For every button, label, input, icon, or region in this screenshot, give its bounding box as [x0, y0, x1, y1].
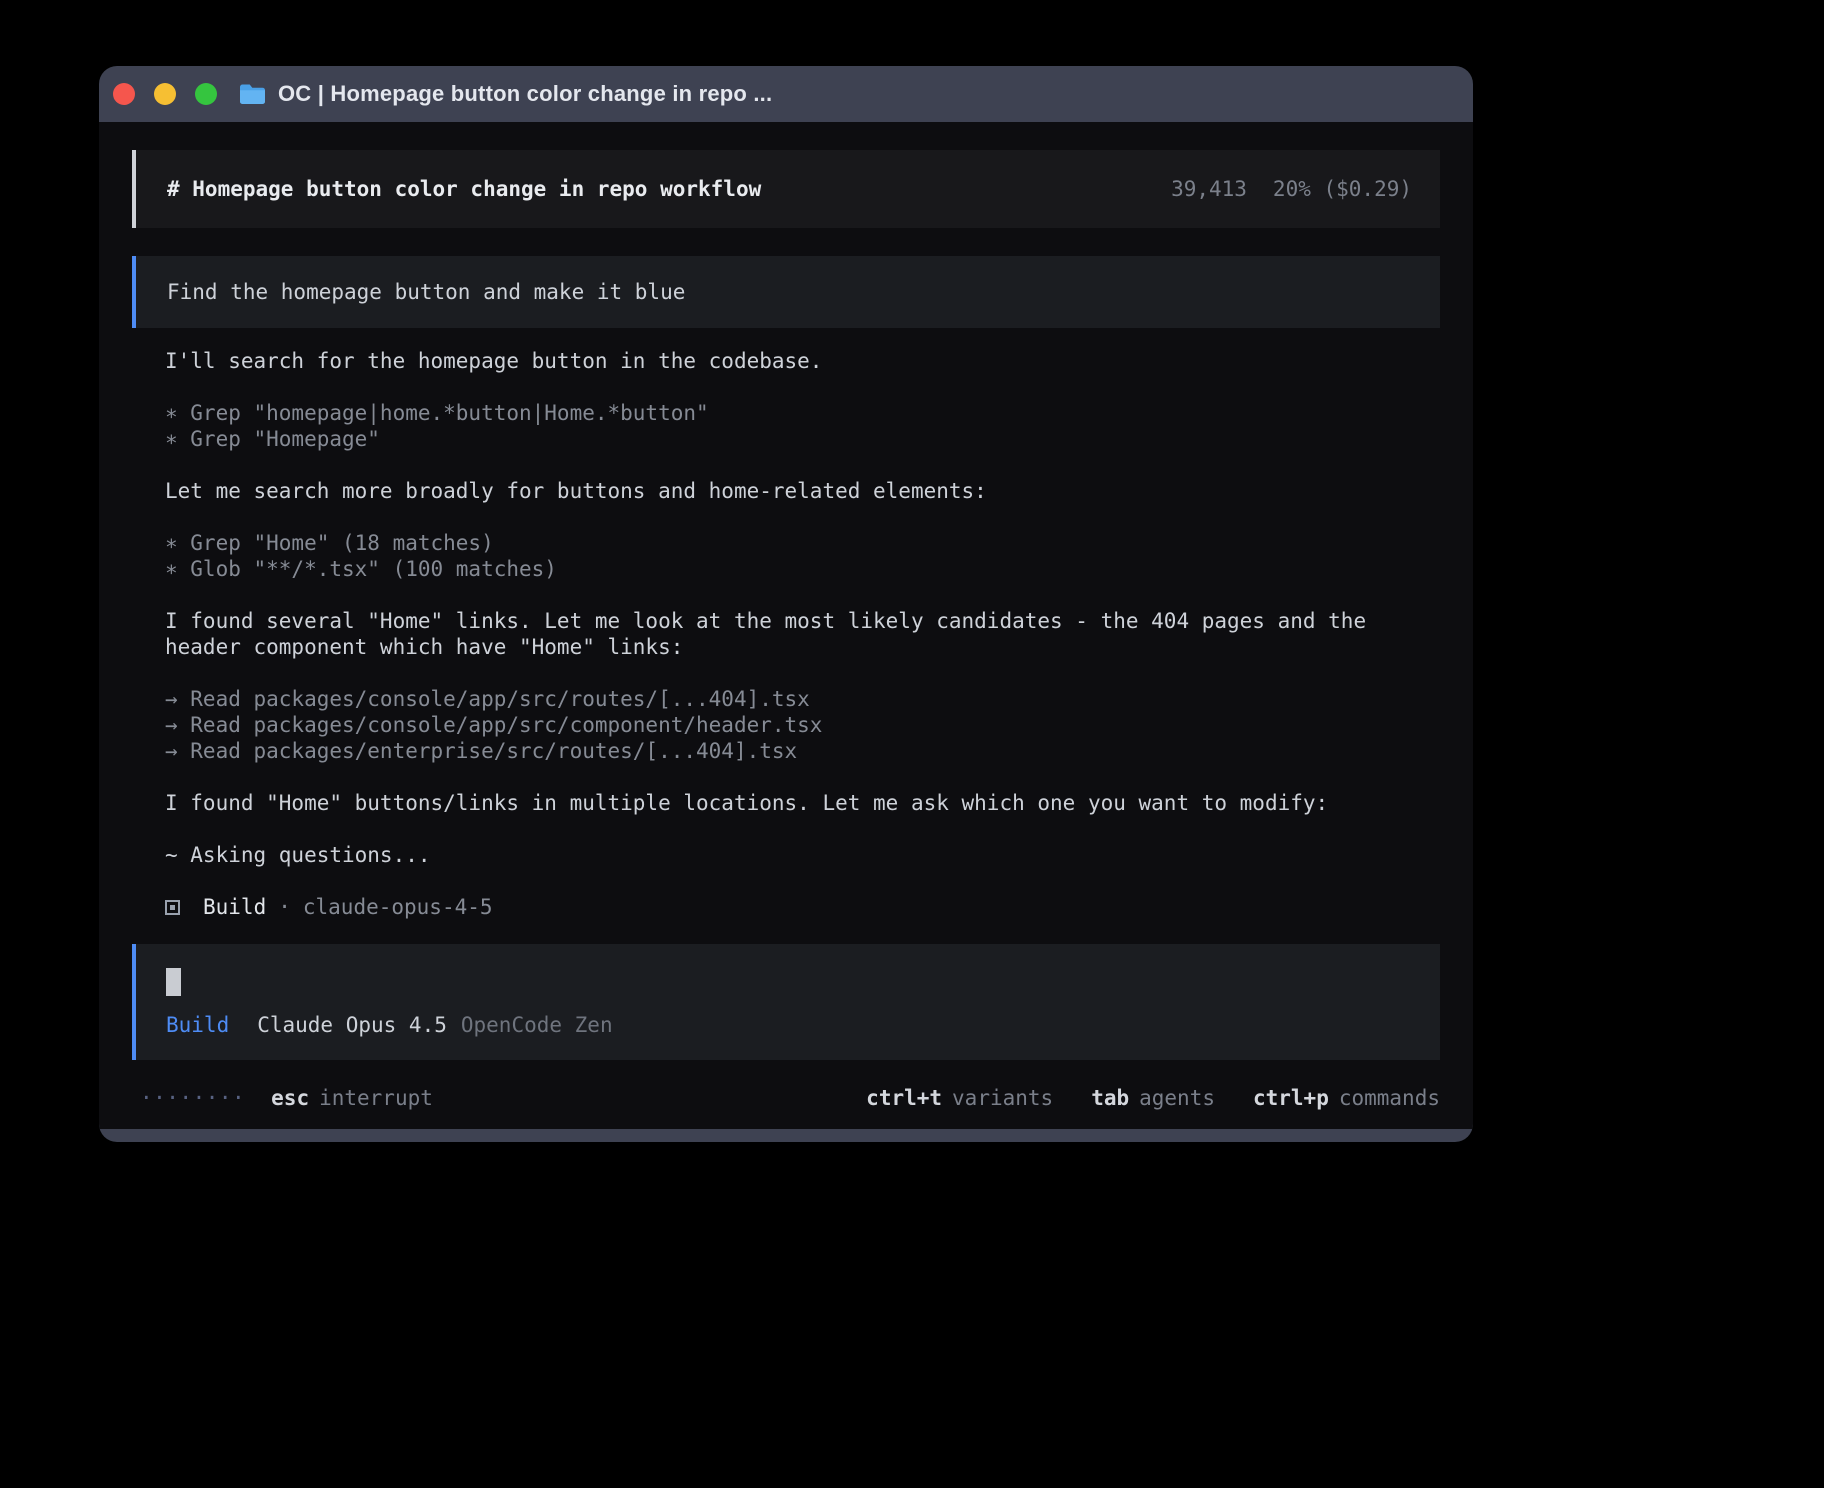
context-usage: 20% ($0.29)	[1273, 176, 1412, 202]
assistant-transcript: I'll search for the homepage button in t…	[132, 328, 1440, 920]
shortcut-key: tab	[1091, 1085, 1129, 1111]
agent-status-line: Build · claude-opus-4-5	[165, 894, 1440, 920]
window-titlebar[interactable]: OC | Homepage button color change in rep…	[99, 66, 1473, 122]
token-count: 39,413	[1171, 176, 1247, 202]
terminal-content: # Homepage button color change in repo w…	[99, 122, 1473, 1129]
close-window-button[interactable]	[113, 83, 135, 105]
tool-call-grep: ∗ Grep "Homepage"	[165, 426, 1440, 452]
text-cursor	[166, 968, 181, 996]
shortcut-key: ctrl+p	[1253, 1085, 1329, 1111]
tool-call-read: → Read packages/enterprise/src/routes/[.…	[165, 738, 1440, 764]
assistant-text: I found several "Home" links. Let me loo…	[165, 608, 1440, 634]
mode-label[interactable]: Build	[166, 1012, 229, 1038]
input-mode-line: Build Claude Opus 4.5 OpenCode Zen	[166, 1012, 1440, 1038]
separator-dot: ·	[278, 894, 291, 920]
shortcut-variants: ctrl+t variants	[866, 1085, 1053, 1111]
user-message-text: Find the homepage button and make it blu…	[167, 279, 685, 305]
assistant-text: Let me search more broadly for buttons a…	[165, 478, 1440, 504]
model-label[interactable]: Claude Opus 4.5	[257, 1012, 447, 1038]
session-stats: 39,413 20% ($0.29)	[1171, 176, 1412, 202]
folder-icon	[239, 83, 266, 105]
session-header: # Homepage button color change in repo w…	[132, 150, 1440, 228]
traffic-lights	[113, 83, 217, 105]
assistant-status: ~ Asking questions...	[165, 842, 1440, 868]
assistant-text: header component which have "Home" links…	[165, 634, 1440, 660]
agent-model: claude-opus-4-5	[303, 894, 493, 920]
minimize-window-button[interactable]	[154, 83, 176, 105]
provider-label: OpenCode Zen	[461, 1012, 613, 1038]
spinner-dots: ········	[140, 1085, 245, 1111]
assistant-text: I found "Home" buttons/links in multiple…	[165, 790, 1440, 816]
window-title: OC | Homepage button color change in rep…	[278, 81, 772, 107]
tool-call-read: → Read packages/console/app/src/routes/[…	[165, 686, 1440, 712]
shortcut-label: commands	[1339, 1085, 1440, 1111]
agent-icon	[165, 900, 180, 915]
tool-call-grep: ∗ Grep "homepage|home.*button|Home.*butt…	[165, 400, 1440, 426]
prompt-input[interactable]: Build Claude Opus 4.5 OpenCode Zen	[132, 944, 1440, 1060]
tool-call-glob: ∗ Glob "**/*.tsx" (100 matches)	[165, 556, 1440, 582]
shortcut-key: ctrl+t	[866, 1085, 942, 1111]
esc-key-label: interrupt	[319, 1085, 433, 1111]
zoom-window-button[interactable]	[195, 83, 217, 105]
agent-name: Build	[203, 894, 266, 920]
terminal-window: OC | Homepage button color change in rep…	[99, 66, 1473, 1142]
shortcut-label: variants	[952, 1085, 1053, 1111]
shortcut-commands: ctrl+p commands	[1253, 1085, 1440, 1111]
session-scroll-area[interactable]: # Homepage button color change in repo w…	[99, 122, 1473, 1085]
tool-call-read: → Read packages/console/app/src/componen…	[165, 712, 1440, 738]
shortcut-label: agents	[1139, 1085, 1215, 1111]
status-bar: ········ esc interrupt ctrl+t variants t…	[99, 1085, 1473, 1129]
user-message: Find the homepage button and make it blu…	[132, 256, 1440, 328]
session-title: # Homepage button color change in repo w…	[167, 176, 761, 202]
tool-call-grep: ∗ Grep "Home" (18 matches)	[165, 530, 1440, 556]
esc-key-hint: esc	[271, 1085, 309, 1111]
shortcut-agents: tab agents	[1091, 1085, 1215, 1111]
assistant-text: I'll search for the homepage button in t…	[165, 348, 1440, 374]
